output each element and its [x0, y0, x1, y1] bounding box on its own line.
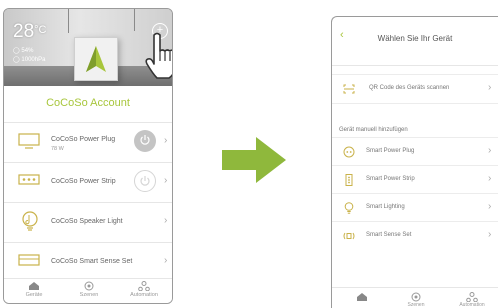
tab-automation[interactable]: Automation	[119, 281, 169, 298]
power-toggle-off[interactable]	[134, 170, 156, 192]
automation-icon	[138, 281, 150, 291]
device-name: CoCoSo Power Plug	[51, 136, 116, 143]
device-row-power-plug[interactable]: CoCoSo Power Plug 78 W ›	[4, 122, 172, 162]
sense-set-icon	[18, 254, 40, 266]
device-list: CoCoSo Power Plug 78 W › CoCoSo Power St…	[4, 122, 172, 282]
pointer-hand-icon	[145, 32, 172, 79]
power-strip-icon	[18, 174, 40, 185]
cocoso-logo-cube	[74, 37, 118, 81]
qr-scan-icon	[343, 84, 355, 94]
tab-automation[interactable]: Automation	[452, 292, 492, 308]
cocoso-logo-icon	[86, 46, 106, 72]
power-toggle-on[interactable]	[134, 130, 156, 152]
main-screen: 28°C ◯ 54% ◯ 1000hPa + CoCoSo Account Co…	[3, 8, 173, 304]
chevron-right-icon: ›	[488, 82, 492, 93]
device-type-smart-lighting[interactable]: Smart Lighting ›	[332, 193, 498, 221]
device-name: CoCoSo Power Strip	[51, 178, 116, 185]
scenes-icon	[411, 292, 421, 302]
device-type-smart-power-strip[interactable]: Smart Power Strip ›	[332, 165, 498, 193]
chevron-right-icon: ›	[488, 229, 492, 240]
page-title: Wählen Sie Ihr Gerät	[377, 34, 453, 43]
device-name: CoCoSo Speaker Light	[51, 218, 123, 225]
sensor-icon	[343, 232, 355, 240]
chevron-right-icon: ›	[164, 215, 168, 226]
device-power-reading: 78 W	[51, 146, 64, 152]
device-type-label: Smart Power Strip	[366, 176, 415, 182]
pressure-readout: ◯ 1000hPa	[13, 57, 46, 63]
tab-geraete[interactable]	[342, 292, 382, 302]
bulb-icon	[344, 202, 354, 214]
tab-szenen[interactable]: Szenen	[396, 292, 436, 308]
device-type-label: Smart Power Plug	[366, 148, 415, 154]
account-title: CoCoSo Account	[46, 97, 130, 109]
device-type-list: Smart Power Plug › Smart Power Strip › S…	[332, 137, 498, 249]
scan-qr-row[interactable]: QR Code des Geräts scannen ›	[332, 74, 498, 104]
chevron-right-icon: ›	[164, 135, 168, 146]
chevron-right-icon: ›	[164, 255, 168, 266]
home-icon	[29, 282, 39, 290]
bottom-tab-bar: Szenen Automation	[332, 287, 498, 308]
home-icon	[357, 293, 367, 301]
device-type-smart-power-plug[interactable]: Smart Power Plug ›	[332, 137, 498, 165]
chevron-right-icon: ›	[488, 201, 492, 212]
transition-arrow-icon	[222, 137, 286, 183]
plug-icon	[343, 146, 355, 158]
speaker-light-icon	[22, 211, 38, 231]
bottom-tab-bar: Geräte Szenen Automation	[4, 278, 172, 303]
select-device-screen: ‹ Wählen Sie Ihr Gerät QR Code des Gerät…	[331, 16, 498, 308]
tab-szenen[interactable]: Szenen	[64, 281, 114, 298]
hero-banner: 28°C ◯ 54% ◯ 1000hPa +	[4, 9, 172, 86]
device-row-sense-set[interactable]: CoCoSo Smart Sense Set ›	[4, 242, 172, 282]
device-row-power-strip[interactable]: CoCoSo Power Strip ›	[4, 162, 172, 202]
chevron-right-icon: ›	[164, 175, 168, 186]
power-icon	[140, 135, 150, 145]
manual-add-heading: Gerät manuell hinzufügen	[339, 127, 408, 133]
device-name: CoCoSo Smart Sense Set	[51, 258, 133, 265]
power-plug-icon	[18, 133, 40, 149]
temperature-readout: 28°C	[13, 21, 47, 42]
device-type-label: Smart Lighting	[366, 204, 405, 210]
automation-icon	[466, 292, 478, 302]
device-type-label: Smart Sense Set	[366, 232, 412, 238]
scan-qr-label: QR Code des Geräts scannen	[369, 85, 450, 91]
power-icon	[140, 176, 150, 186]
tab-geraete[interactable]: Geräte	[9, 281, 59, 298]
chevron-right-icon: ›	[488, 173, 492, 184]
chevron-right-icon: ›	[488, 145, 492, 156]
humidity-readout: ◯ 54%	[13, 48, 34, 54]
scenes-icon	[84, 281, 94, 291]
device-row-speaker-light[interactable]: CoCoSo Speaker Light ›	[4, 202, 172, 242]
strip-icon	[345, 174, 353, 186]
device-type-smart-sense-set[interactable]: Smart Sense Set ›	[332, 221, 498, 249]
